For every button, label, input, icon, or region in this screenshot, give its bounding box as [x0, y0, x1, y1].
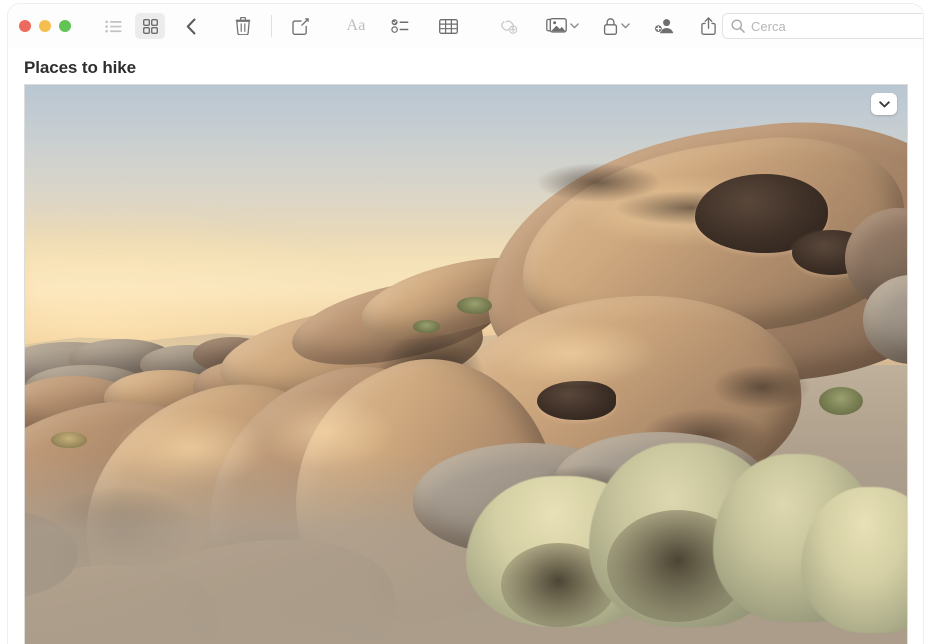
link-add-icon: [498, 18, 518, 34]
add-person-icon: [654, 18, 674, 34]
vegetation-tuft: [413, 320, 439, 333]
chevron-left-icon: [186, 18, 197, 35]
search-placeholder: Cerca: [751, 19, 786, 34]
toolbar-divider: [271, 15, 272, 37]
collaborate-button[interactable]: [650, 14, 678, 38]
toolbar: Aa: [8, 4, 923, 48]
media-chevron-icon: [570, 23, 579, 29]
page-title: Places to hike: [24, 58, 136, 78]
share-icon: [701, 17, 716, 35]
maximize-button[interactable]: [59, 20, 71, 32]
rock-highlight: [484, 320, 660, 387]
vegetation-tuft: [51, 432, 86, 449]
checklist-button[interactable]: [386, 14, 414, 38]
compose-icon: [292, 18, 309, 35]
list-view-button[interactable]: [99, 14, 127, 38]
media-dropdown[interactable]: [546, 18, 579, 34]
lock-chevron-icon: [621, 23, 630, 29]
rock-shadow: [713, 365, 810, 410]
note-title-bar: Places to hike: [8, 48, 923, 88]
window-controls: [19, 20, 71, 32]
gallery-view-button[interactable]: [135, 13, 165, 39]
notes-window: Aa: [8, 4, 923, 644]
minimize-button[interactable]: [39, 20, 51, 32]
vegetation-tuft: [819, 387, 863, 415]
search-field[interactable]: Cerca: [722, 13, 923, 39]
search-container: Cerca: [722, 13, 923, 39]
trash-icon: [235, 17, 251, 35]
grid-icon: [143, 19, 158, 34]
table-button[interactable]: [434, 14, 462, 38]
table-icon: [439, 19, 458, 34]
chevron-down-icon: [879, 101, 890, 108]
format-label: Aa: [346, 17, 365, 35]
compose-button[interactable]: [286, 14, 314, 38]
back-button[interactable]: [177, 14, 205, 38]
attachment-options-button[interactable]: [871, 93, 897, 115]
media-icon: [546, 18, 567, 34]
photo-canvas: [25, 85, 907, 644]
lock-dropdown[interactable]: [603, 18, 630, 35]
list-icon: [105, 20, 122, 33]
note-attachment-image[interactable]: [24, 84, 908, 644]
lock-icon: [603, 18, 618, 35]
delete-button[interactable]: [229, 14, 257, 38]
search-icon: [731, 19, 745, 33]
checklist-icon: [391, 19, 409, 33]
link-button[interactable]: [494, 14, 522, 38]
share-button[interactable]: [694, 14, 722, 38]
close-button[interactable]: [19, 20, 31, 32]
rock-cavity: [537, 381, 616, 420]
format-button[interactable]: Aa: [342, 14, 370, 38]
